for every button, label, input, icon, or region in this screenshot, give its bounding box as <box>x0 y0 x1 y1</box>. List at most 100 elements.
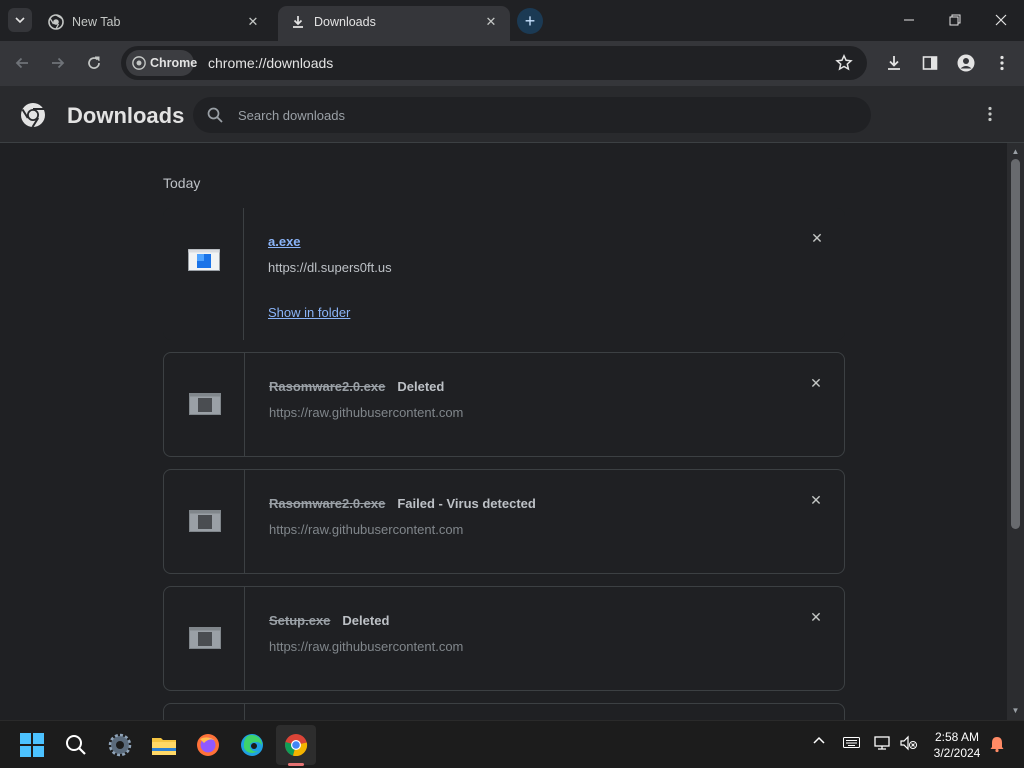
file-icon-column <box>164 587 245 690</box>
close-icon[interactable]: ✕ <box>482 13 500 31</box>
search-icon <box>207 107 223 123</box>
windows-icon <box>20 733 44 757</box>
file-icon-column <box>163 208 244 340</box>
restore-button[interactable] <box>932 0 978 40</box>
restore-icon <box>949 14 961 26</box>
downloads-menu-button[interactable] <box>978 102 1002 126</box>
minimize-button[interactable] <box>886 0 932 40</box>
minimize-icon <box>904 19 914 21</box>
scrollbar[interactable]: ▲ ▼ <box>1007 143 1024 720</box>
chevron-up-icon[interactable] <box>813 735 825 750</box>
tab-strip: New Tab ✕ Downloads ✕ + <box>0 0 1024 41</box>
more-vertical-icon <box>1000 55 1004 71</box>
firefox-icon <box>197 734 219 756</box>
new-tab-button[interactable]: + <box>517 8 543 34</box>
source-url[interactable]: https://raw.githubusercontent.com <box>269 639 463 654</box>
file-name-text: Rasomware2.0.exe <box>269 379 386 394</box>
chrome-icon <box>285 734 308 757</box>
search-input[interactable] <box>238 105 838 125</box>
search-button[interactable] <box>56 725 96 765</box>
toolbar: Chrome chrome://downloads <box>0 41 1024 86</box>
close-icon: ✕ <box>810 608 822 625</box>
file-name-text: Setup.exe <box>269 613 331 628</box>
scroll-up-icon[interactable]: ▲ <box>1011 147 1020 156</box>
remove-item-button[interactable]: ✕ <box>806 373 826 393</box>
avatar-icon <box>957 54 975 72</box>
file-name: Rasomware2.0.exe Failed - Virus detected <box>269 496 536 511</box>
scroll-down-icon[interactable]: ▼ <box>1011 706 1020 715</box>
download-item <box>163 703 845 720</box>
download-item: a.exe https://dl.supers0ft.us Show in fo… <box>163 208 845 340</box>
file-icon-column <box>164 470 245 573</box>
url-text[interactable]: chrome://downloads <box>208 55 333 71</box>
download-icon <box>293 16 303 28</box>
remove-item-button[interactable]: ✕ <box>806 490 826 510</box>
arrow-right-icon <box>52 57 65 69</box>
source-url[interactable]: https://raw.githubusercontent.com <box>269 405 463 420</box>
file-explorer-app[interactable] <box>144 725 184 765</box>
side-panel-button[interactable] <box>916 49 944 77</box>
close-window-button[interactable] <box>978 0 1024 40</box>
chevron-down-icon <box>15 17 25 24</box>
tab-new-tab[interactable]: New Tab ✕ <box>36 6 272 41</box>
page-title: Downloads <box>67 103 185 128</box>
file-name-text: Rasomware2.0.exe <box>269 496 386 511</box>
folder-icon <box>152 738 176 755</box>
download-status: Deleted <box>397 379 445 394</box>
active-app-indicator <box>288 763 304 766</box>
clock-time: 2:58 AM <box>934 730 980 744</box>
side-panel-icon <box>922 56 938 70</box>
volume-muted-icon[interactable] <box>900 735 918 754</box>
profile-button[interactable] <box>952 49 980 77</box>
settings-app[interactable] <box>100 725 140 765</box>
close-icon[interactable]: ✕ <box>244 13 262 31</box>
remove-item-button[interactable]: ✕ <box>807 228 827 248</box>
omnibox[interactable]: Chrome chrome://downloads <box>121 46 867 80</box>
menu-button[interactable] <box>988 49 1016 77</box>
gear-icon <box>108 733 132 757</box>
close-icon <box>995 14 1007 26</box>
edge-app[interactable] <box>232 725 272 765</box>
source-url[interactable]: https://raw.githubusercontent.com <box>269 522 463 537</box>
forward-button[interactable] <box>44 49 72 77</box>
start-button[interactable] <box>12 725 52 765</box>
exe-file-icon <box>189 393 221 415</box>
chrome-app[interactable] <box>276 725 316 765</box>
plus-icon: + <box>524 10 536 31</box>
chrome-logo-icon <box>21 103 45 128</box>
reload-button[interactable] <box>80 49 108 77</box>
date-heading: Today <box>163 175 201 191</box>
tab-search-button[interactable] <box>8 8 32 32</box>
chrome-icon <box>132 56 146 70</box>
close-icon: ✕ <box>811 229 823 246</box>
download-icon <box>888 56 900 70</box>
taskbar: 2:58 AM 3/2/2024 <box>0 720 1024 768</box>
downloads-button[interactable] <box>880 49 908 77</box>
site-info-chip[interactable]: Chrome <box>126 50 197 76</box>
file-icon-column <box>164 353 245 456</box>
search-box[interactable] <box>193 97 871 133</box>
source-url[interactable]: https://dl.supers0ft.us <box>268 260 392 275</box>
remove-item-button[interactable]: ✕ <box>806 607 826 627</box>
download-status: Deleted <box>342 613 390 628</box>
system-clock[interactable]: 2:58 AM 3/2/2024 <box>930 729 984 761</box>
show-in-folder-link[interactable]: Show in folder <box>268 305 350 320</box>
exe-file-icon <box>189 627 221 649</box>
exe-file-icon <box>189 510 221 532</box>
keyboard-icon[interactable] <box>843 735 861 752</box>
scrollbar-thumb[interactable] <box>1011 159 1020 529</box>
file-name: Setup.exe Deleted <box>269 613 389 628</box>
back-button[interactable] <box>8 49 36 77</box>
file-icon-column <box>164 704 245 720</box>
notification-bell-icon[interactable] <box>989 735 1005 756</box>
file-name-link[interactable]: a.exe <box>268 234 301 249</box>
downloads-list: Today a.exe https://dl.supers0ft.us Show… <box>0 143 1007 720</box>
downloads-header: Downloads <box>0 86 1024 143</box>
tab-downloads[interactable]: Downloads ✕ <box>278 6 510 41</box>
star-icon[interactable] <box>835 54 853 72</box>
firefox-app[interactable] <box>188 725 228 765</box>
network-icon[interactable] <box>874 735 892 754</box>
edge-icon <box>241 734 263 756</box>
download-item: Setup.exe Deleted https://raw.githubuserc… <box>163 586 845 691</box>
clock-date: 3/2/2024 <box>933 746 981 760</box>
